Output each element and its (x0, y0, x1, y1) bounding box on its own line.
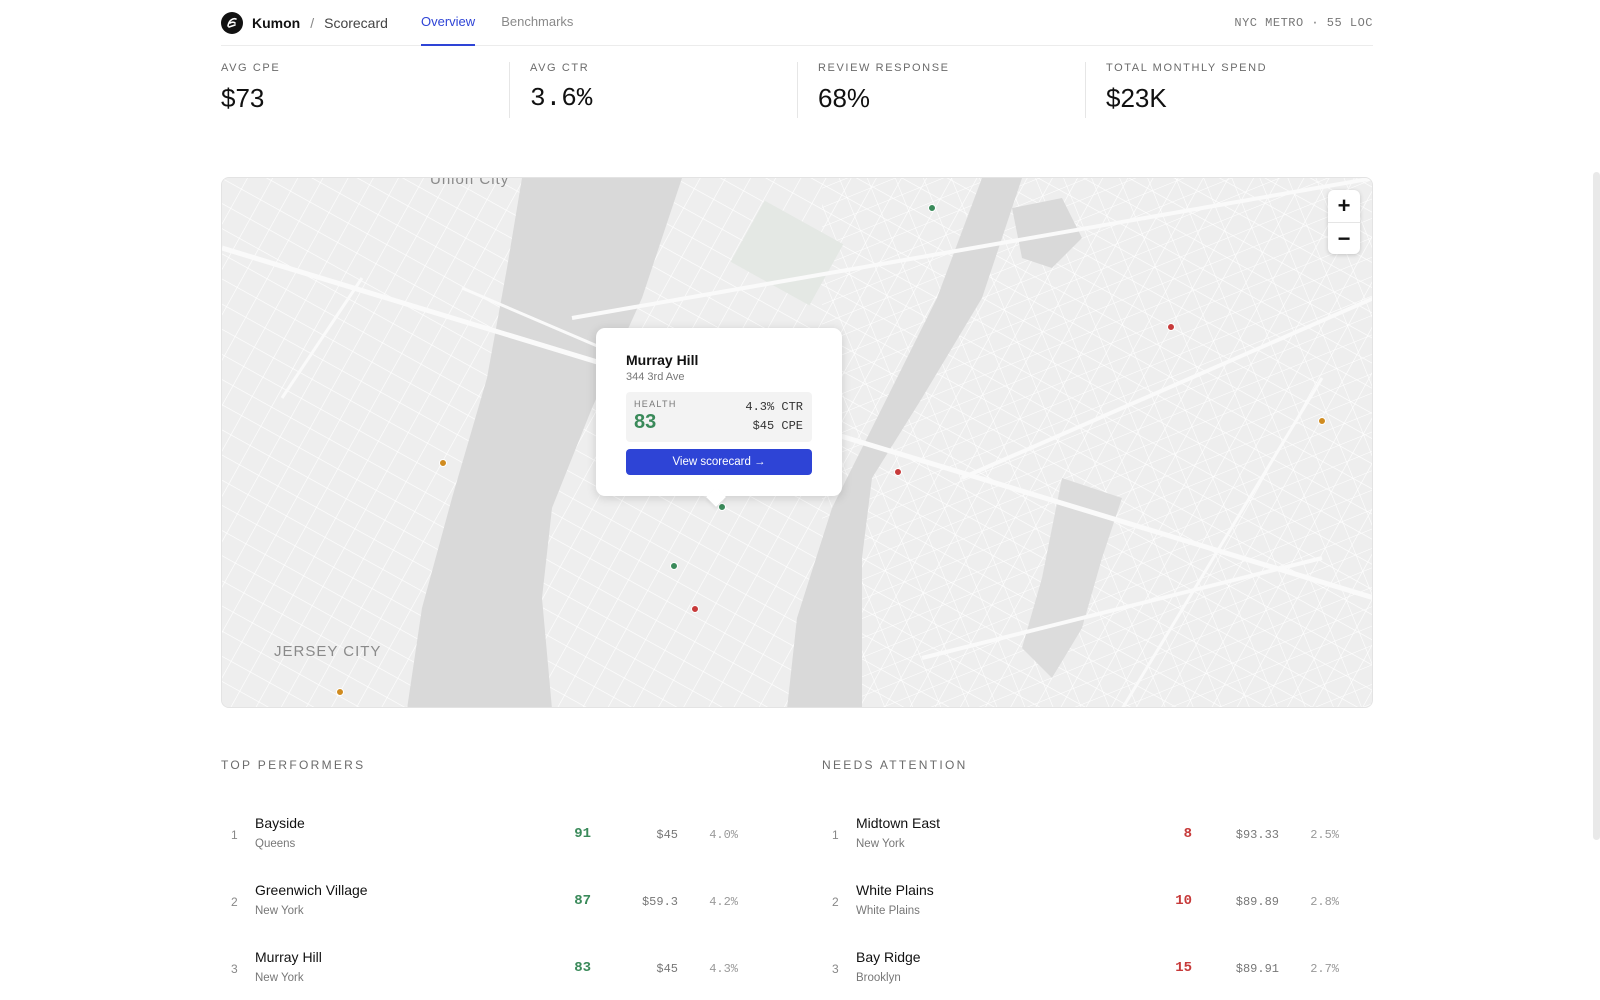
location-area: New York (856, 838, 905, 850)
map-marker-bad[interactable] (894, 468, 902, 476)
map-marker-bad[interactable] (691, 605, 699, 613)
tab-overview[interactable]: Overview (421, 0, 476, 46)
top-performers-list: 1 Bayside Queens 91 $45 4.0% 2 Greenwich… (221, 809, 751, 1000)
cpe-value: $45 (656, 828, 678, 842)
location-area: White Plains (856, 905, 920, 917)
popup-metrics: HEALTH 83 4.3% CTR $45 CPE (626, 392, 812, 442)
kpi-avg-ctr: AVG CTR 3.6% (509, 62, 818, 118)
map-marker-good[interactable] (928, 204, 936, 212)
location-name: White Plains (856, 882, 934, 898)
zoom-out-button[interactable]: − (1328, 222, 1360, 254)
ctr-value: 2.5% (1310, 828, 1339, 842)
cpe-value: $89.89 (1235, 895, 1279, 909)
health-score: 10 (1175, 893, 1192, 909)
needs-attention-list: 1 Midtown East New York 8 $93.33 2.5% 2 … (822, 809, 1352, 1000)
page: Kumon / Scorecard Overview Benchmarks NY… (221, 0, 1373, 984)
kpi-value: 68% (818, 83, 871, 113)
kpi-label: REVIEW RESPONSE (818, 62, 950, 74)
location-name: Bayside (255, 815, 305, 831)
location-name: Midtown East (856, 815, 941, 831)
location-name: Bay Ridge (856, 949, 921, 965)
map-marker-warn[interactable] (336, 688, 344, 696)
breadcrumb-scorecard[interactable]: Scorecard (324, 15, 388, 31)
breadcrumb-separator: / (310, 14, 315, 31)
kpi-value: 3.6% (530, 83, 593, 113)
ctr-value: 4.2% (709, 895, 738, 909)
ctr-value: 2.7% (1310, 962, 1339, 976)
location-area: New York (255, 905, 304, 917)
rank: 3 (231, 962, 238, 976)
cpe-value: $93.33 (1235, 828, 1279, 842)
kpi-divider (797, 62, 798, 118)
section-title: NEEDS ATTENTION (822, 758, 968, 772)
list-item[interactable]: 1 Midtown East New York 8 $93.33 2.5% (822, 809, 1352, 876)
region-summary: NYC METRO · 55 LOC (1234, 16, 1373, 30)
kpi-total-spend: TOTAL MONTHLY SPEND $23K (1085, 62, 1366, 118)
popup-cpe: $45 CPE (752, 419, 803, 433)
kpi-review-response: REVIEW RESPONSE 68% (797, 62, 1106, 118)
ctr-value: 4.3% (709, 962, 738, 976)
rank: 1 (231, 828, 238, 842)
rank: 3 (832, 962, 839, 976)
zoom-in-button[interactable]: + (1328, 190, 1360, 222)
location-popup: Murray Hill 344 3rd Ave HEALTH 83 4.3% C… (596, 328, 842, 496)
kpi-label: AVG CTR (530, 62, 590, 74)
list-item[interactable]: 2 Greenwich Village New York 87 $59.3 4.… (221, 876, 751, 943)
kpi-label: TOTAL MONTHLY SPEND (1106, 62, 1268, 74)
kpi-value: $23K (1106, 83, 1167, 113)
rank: 1 (832, 828, 839, 842)
popup-ctr: 4.3% CTR (745, 400, 803, 414)
rank: 2 (231, 895, 238, 909)
map-marker-bad[interactable] (1167, 323, 1175, 331)
list-item[interactable]: 1 Bayside Queens 91 $45 4.0% (221, 809, 751, 876)
kpi-divider (509, 62, 510, 118)
popup-address: 344 3rd Ave (626, 371, 685, 383)
page-scrollbar[interactable] (1593, 172, 1600, 840)
list-item[interactable]: 3 Murray Hill New York 83 $45 4.3% (221, 943, 751, 1000)
section-title: TOP PERFORMERS (221, 758, 366, 772)
health-score: 15 (1175, 960, 1192, 976)
list-item[interactable]: 3 Bay Ridge Brooklyn 15 $89.91 2.7% (822, 943, 1352, 1000)
kpi-value: $73 (221, 83, 265, 113)
health-score: 8 (1183, 826, 1192, 842)
zoom-controls: + − (1328, 190, 1360, 254)
tab-bar: Overview Benchmarks (421, 0, 599, 46)
health-score: 91 (574, 826, 591, 842)
map-marker-warn[interactable] (439, 459, 447, 467)
brand-logo-icon[interactable] (221, 11, 243, 34)
needs-attention: NEEDS ATTENTION 1 Midtown East New York … (822, 758, 1352, 1000)
kpi-strip: AVG CPE $73 AVG CTR 3.6% REVIEW RESPONSE… (221, 62, 1373, 118)
popup-location-name: Murray Hill (626, 352, 699, 368)
location-area: Queens (255, 838, 296, 850)
location-name: Greenwich Village (255, 882, 368, 898)
ctr-value: 2.8% (1310, 895, 1339, 909)
map-label-jersey-city: JERSEY CITY (274, 643, 382, 660)
tab-benchmarks[interactable]: Benchmarks (501, 0, 573, 46)
kpi-label: AVG CPE (221, 62, 281, 74)
view-scorecard-button[interactable]: View scorecard → (626, 449, 812, 475)
health-score: 83 (574, 960, 591, 976)
ctr-value: 4.0% (709, 828, 738, 842)
locations-map[interactable]: Union City JERSEY CITY + − Murray Hill 3… (221, 177, 1373, 708)
kpi-divider (1085, 62, 1086, 118)
location-area: New York (255, 972, 304, 984)
list-item[interactable]: 2 White Plains White Plains 10 $89.89 2.… (822, 876, 1352, 943)
kpi-avg-cpe: AVG CPE $73 (221, 62, 530, 118)
cpe-value: $45 (656, 962, 678, 976)
brand-name[interactable]: Kumon (252, 15, 300, 31)
rank: 2 (832, 895, 839, 909)
location-name: Murray Hill (255, 949, 322, 965)
location-area: Brooklyn (856, 972, 901, 984)
map-marker-warn[interactable] (1318, 417, 1326, 425)
top-performers: TOP PERFORMERS 1 Bayside Queens 91 $45 4… (221, 758, 751, 1000)
top-bar: Kumon / Scorecard Overview Benchmarks NY… (221, 0, 1373, 46)
map-marker-selected[interactable] (718, 503, 726, 511)
map-label-union-city: Union City (430, 177, 510, 188)
map-marker-good[interactable] (670, 562, 678, 570)
cpe-value: $59.3 (641, 895, 678, 909)
cpe-value: $89.91 (1235, 962, 1279, 976)
health-score: 87 (574, 893, 591, 909)
